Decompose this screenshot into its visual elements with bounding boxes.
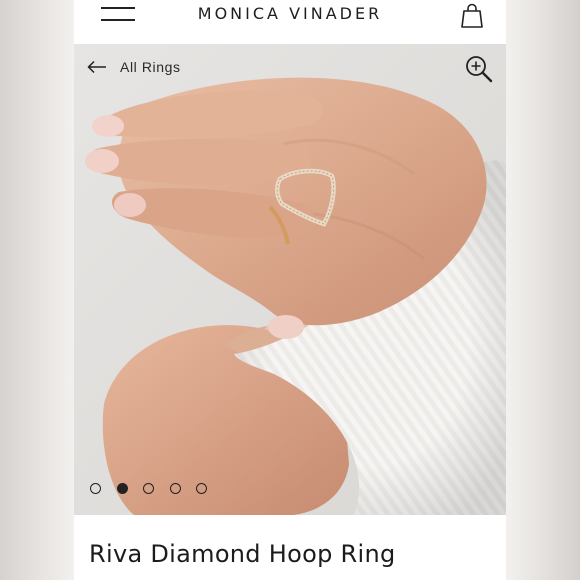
carousel-dot-3[interactable] bbox=[143, 483, 154, 494]
carousel-dot-2[interactable] bbox=[116, 483, 128, 494]
app-screen: MONICA VINADER All Rings Riva Diamond Ho… bbox=[74, 0, 506, 580]
back-link-label: All Rings bbox=[120, 59, 181, 75]
arrow-left-icon bbox=[87, 60, 106, 74]
product-photo bbox=[74, 44, 506, 515]
product-image-gallery[interactable]: All Rings bbox=[74, 44, 506, 515]
carousel-dot-4[interactable] bbox=[169, 483, 181, 494]
carousel-pagination bbox=[90, 483, 223, 494]
carousel-dot-1[interactable] bbox=[90, 483, 101, 494]
carousel-dot-5[interactable] bbox=[196, 483, 207, 494]
product-title: Riva Diamond Hoop Ring bbox=[89, 540, 396, 568]
zoom-in-icon[interactable] bbox=[464, 54, 494, 84]
shopping-bag-icon[interactable] bbox=[460, 3, 484, 29]
brand-logo[interactable]: MONICA VINADER bbox=[74, 4, 506, 23]
top-navigation-bar: MONICA VINADER bbox=[74, 0, 506, 44]
back-to-all-rings-link[interactable]: All Rings bbox=[87, 59, 181, 75]
